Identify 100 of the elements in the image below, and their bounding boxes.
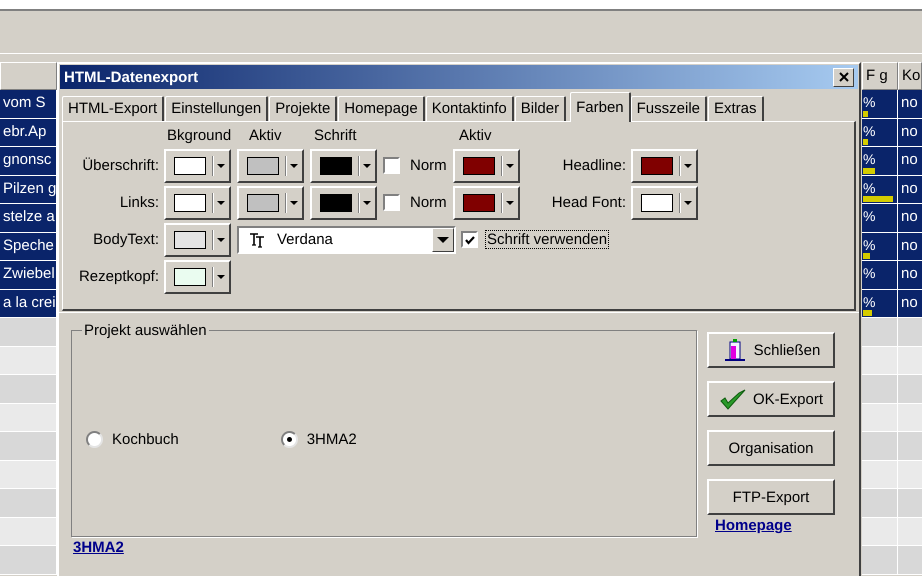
column-header[interactable] (0, 62, 57, 90)
color-picker[interactable] (310, 148, 377, 182)
button[interactable]: FTP-Export (707, 479, 835, 515)
table-cell: % (862, 118, 898, 147)
table-cell: vom S (0, 90, 57, 118)
color-picker[interactable] (164, 148, 231, 182)
table-cell (898, 489, 922, 518)
table-cell: % (862, 147, 898, 176)
tab[interactable]: Kontaktinfo (426, 96, 514, 121)
table-cell: Pilzen g (0, 176, 57, 204)
color-picker[interactable] (164, 222, 231, 256)
close-button[interactable] (833, 68, 854, 86)
table-cell: Zwiebel (0, 261, 57, 290)
button[interactable]: OK-Export (707, 381, 835, 417)
radio-button[interactable] (280, 431, 298, 448)
column-label: Aktiv (459, 126, 492, 144)
field-label: Head Font: (550, 194, 626, 211)
group-title: Projekt auswählen (83, 322, 208, 339)
table-cell (898, 460, 922, 489)
caret-icon (363, 200, 371, 204)
table-cell: % (862, 261, 898, 290)
table-cell: no (898, 147, 922, 176)
tab[interactable]: Extras (708, 96, 764, 121)
table-cell: no (898, 261, 922, 290)
checkbox[interactable] (383, 157, 400, 174)
checkbox-label[interactable]: Norm (410, 157, 448, 174)
radio-label[interactable]: 3HMA2 (306, 431, 357, 448)
font-icon (249, 232, 265, 248)
color-picker[interactable] (453, 148, 520, 182)
table-cell: no (898, 90, 922, 118)
table-cell: no (898, 290, 922, 318)
field-label: Überschrift: (81, 157, 159, 174)
color-picker[interactable] (164, 186, 231, 220)
table-cell (898, 318, 922, 346)
table-cell (898, 546, 922, 574)
table-cell (898, 404, 922, 432)
table-cell: % (862, 290, 898, 318)
table-cell: Speche (0, 232, 57, 261)
caret-icon (506, 200, 514, 204)
tab[interactable]: HTML-Export (62, 96, 164, 121)
column-header[interactable]: F g (862, 62, 898, 90)
color-picker[interactable] (310, 186, 377, 220)
caret-icon (217, 200, 225, 204)
table-cell: ebr.Ap (0, 118, 57, 147)
color-picker[interactable] (631, 148, 698, 182)
table-cell (898, 432, 922, 460)
button[interactable]: Schließen (707, 332, 835, 368)
tab[interactable]: Einstellungen (165, 96, 268, 121)
table-cell: % (862, 204, 898, 232)
button[interactable]: Organisation (707, 430, 835, 466)
close-icon (838, 71, 850, 83)
tab[interactable]: Farben (570, 92, 631, 122)
table-cell (898, 518, 922, 546)
table-cell: % (862, 232, 898, 261)
checkmark-icon (718, 387, 747, 411)
table-cell: gnonsc (0, 147, 57, 176)
caret-icon (506, 164, 514, 168)
table-cell: stelze a (0, 204, 57, 232)
project-link[interactable]: 3HMA2 (73, 539, 124, 556)
radio-label[interactable]: Kochbuch (112, 431, 179, 448)
column-header[interactable]: Ko (898, 62, 922, 90)
window-title: HTML-Datenexport (64, 68, 198, 86)
caret-icon (217, 164, 225, 168)
homepage-link[interactable]: Homepage (715, 517, 792, 534)
table-cell: no (898, 176, 922, 204)
table-cell: % (862, 90, 898, 118)
caret-icon (363, 164, 371, 168)
field-label: Rezeptkopf: (78, 268, 159, 285)
radio-button[interactable] (86, 431, 103, 448)
tab[interactable]: Homepage (338, 96, 425, 121)
checkbox[interactable] (383, 194, 400, 211)
caret-icon (684, 164, 692, 168)
field-label: Links: (118, 194, 159, 211)
checkbox-label[interactable]: Schrift verwenden (486, 231, 608, 248)
table-cell (898, 346, 922, 375)
color-picker[interactable] (164, 260, 231, 294)
color-picker[interactable] (453, 186, 520, 220)
color-picker[interactable] (237, 148, 304, 182)
table-cell: a la crei (0, 290, 57, 318)
checkbox-label[interactable]: Norm (410, 194, 448, 211)
column-label: Bkground (167, 126, 232, 144)
caret-icon (290, 164, 298, 168)
tab[interactable]: Bilder (514, 96, 566, 121)
field-label: BodyText: (92, 231, 159, 248)
caret-icon (217, 238, 225, 242)
column-label: Schrift (314, 126, 358, 144)
tab[interactable]: Projekte (269, 96, 338, 121)
column-label: Aktiv (249, 126, 283, 144)
caret-icon (290, 200, 298, 204)
checkbox[interactable] (461, 231, 478, 248)
tab[interactable]: Fusszeile (630, 96, 707, 121)
table-cell (898, 375, 922, 404)
field-label: Headline: (562, 157, 626, 174)
color-picker[interactable] (237, 186, 304, 220)
caret-icon (684, 200, 692, 204)
font-dropdown[interactable]: Verdana (237, 226, 456, 254)
color-picker[interactable] (631, 186, 698, 220)
table-cell: no (898, 232, 922, 261)
table-cell: no (898, 118, 922, 147)
caret-icon (217, 274, 225, 278)
